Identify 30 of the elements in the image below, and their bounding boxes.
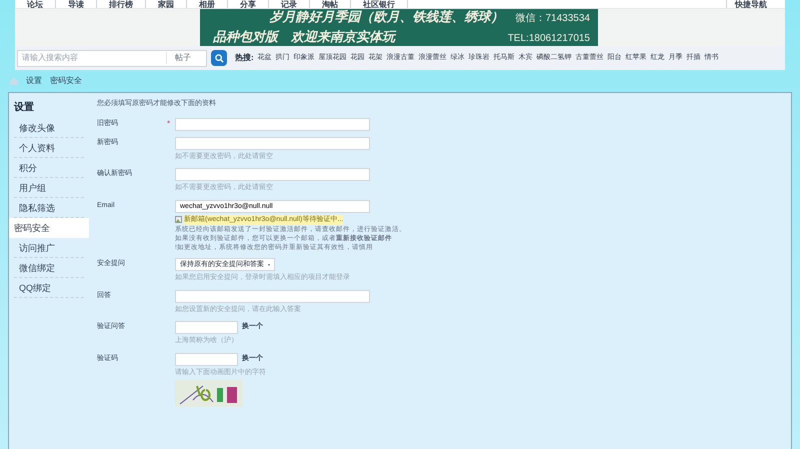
hot-search-label: 热搜:	[235, 52, 254, 64]
sidebar-item[interactable]: 访问推广	[14, 238, 84, 258]
input-field[interactable]	[175, 136, 370, 150]
search-icon	[214, 54, 224, 62]
sidebar-item[interactable]: 用户组	[14, 178, 84, 198]
sidebar-title: 设置	[12, 100, 35, 115]
home-icon[interactable]	[10, 77, 18, 85]
captcha-image	[175, 380, 243, 407]
sidebar-item[interactable]: 积分	[14, 158, 84, 178]
banner-tel: TEL:18061217015	[508, 32, 590, 46]
breadcrumb-link[interactable]: 设置	[26, 75, 42, 87]
search-scope-dropdown[interactable]: 帖子	[166, 52, 206, 64]
sidebar-item[interactable]: 修改头像	[14, 118, 84, 138]
input-field[interactable]	[175, 118, 370, 130]
search-field[interactable]: 请输入搜索内容 帖子	[17, 50, 207, 66]
banner-subtitle: 品种包对版 欢迎来南京实体玩	[213, 28, 395, 46]
sidebar-item[interactable]: QQ绑定	[14, 278, 84, 298]
search-button[interactable]	[211, 50, 227, 66]
banner-title: 岁月静好月季园（欧月、铁线莲、绣球）	[270, 8, 504, 27]
required-mark: *	[167, 118, 170, 128]
input-field[interactable]	[175, 321, 238, 334]
input-field[interactable]	[175, 290, 370, 302]
sidebar-item[interactable]: 微信绑定	[14, 258, 84, 278]
breadcrumb-link[interactable]: 密码安全	[50, 75, 82, 87]
sidebar-item[interactable]: 个人资料	[14, 138, 84, 158]
input-field[interactable]	[175, 168, 370, 181]
input-field[interactable]	[175, 352, 238, 366]
banner-wechat: 微信：71433534	[516, 12, 590, 26]
sidebar-item[interactable]: 密码安全	[9, 218, 89, 238]
picture-icon	[175, 216, 182, 224]
